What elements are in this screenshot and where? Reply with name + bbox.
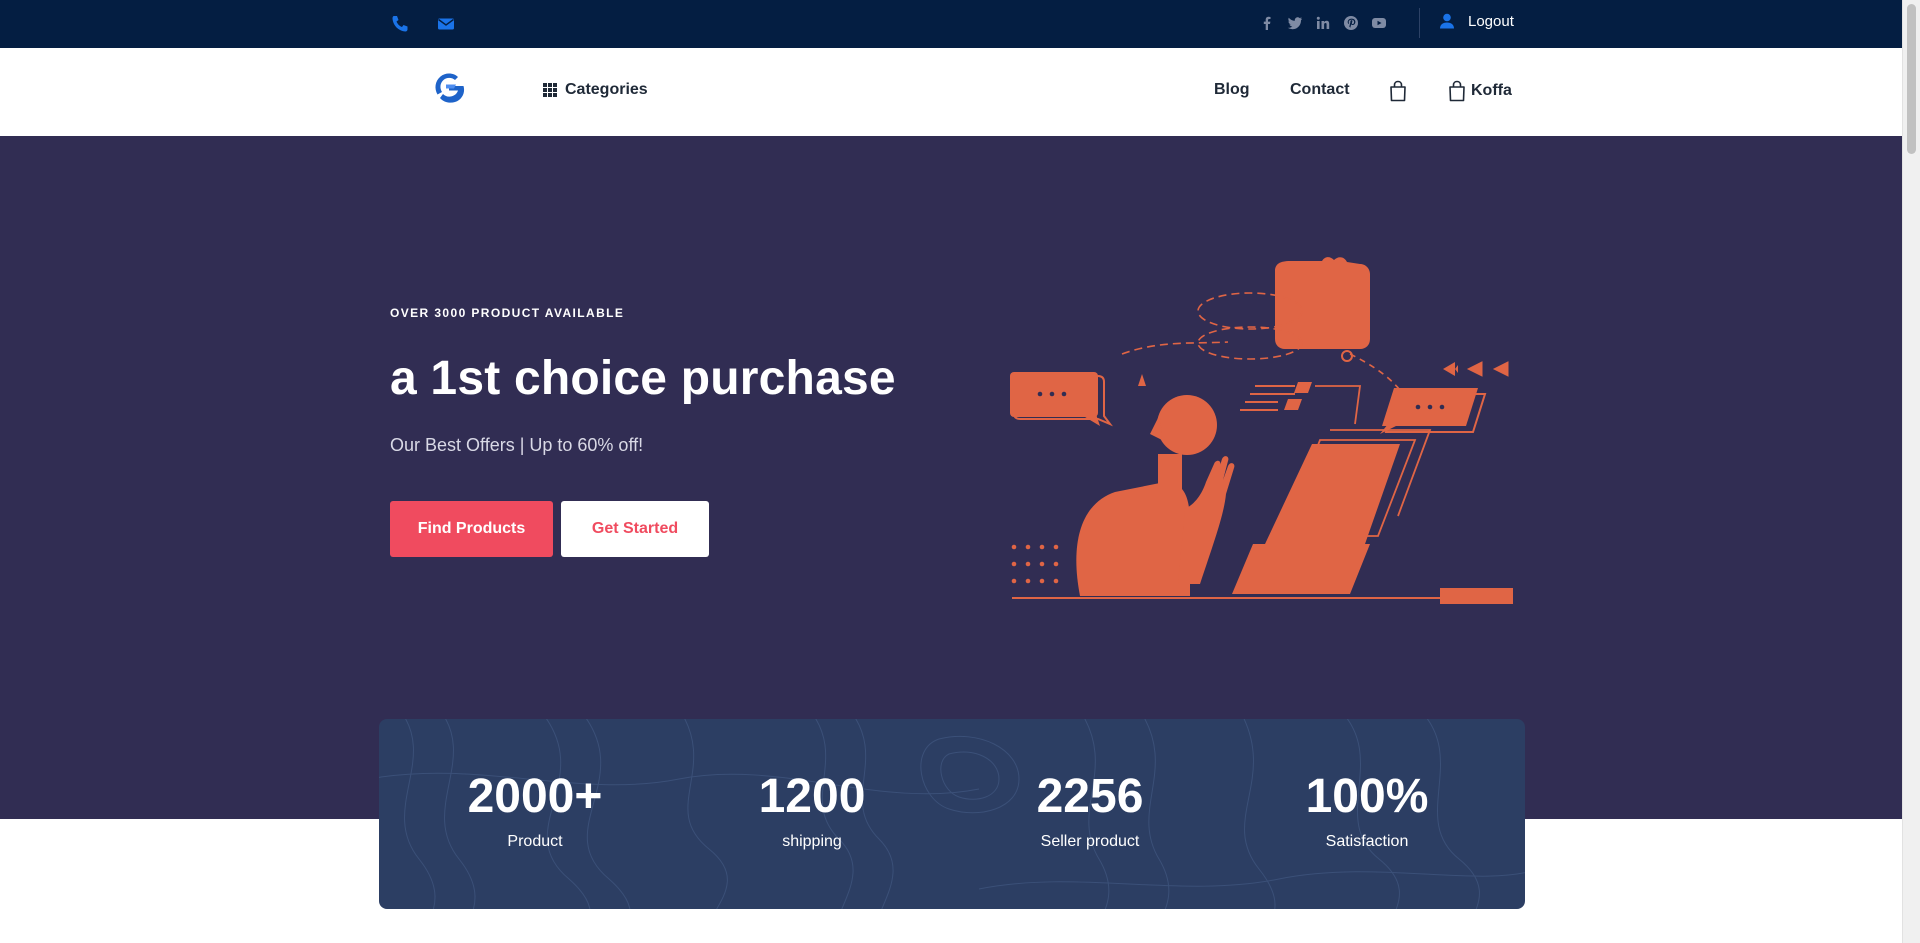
nav-contact-link[interactable]: Contact (1290, 81, 1350, 99)
hero-subtext: Our Best Offers | Up to 60% off! (390, 435, 644, 455)
account-menu[interactable]: Koffa (1447, 80, 1512, 102)
bag-icon (1449, 80, 1465, 102)
facebook-icon[interactable] (1258, 14, 1276, 32)
contact-icons (390, 14, 456, 34)
logout-label: Logout (1468, 12, 1514, 30)
stat-product: 2000+ Product (435, 769, 635, 851)
account-username: Koffa (1471, 82, 1512, 99)
stat-value: 100% (1305, 770, 1429, 823)
page-scrollbar[interactable] (1902, 0, 1920, 943)
page: Logout Categories Blog Contact Koffa OVE… (0, 0, 1920, 943)
envelope-icon[interactable] (436, 14, 456, 34)
stat-value: 2256 (1036, 770, 1144, 823)
stat-value: 2000+ (467, 770, 603, 823)
hero-eyebrow: OVER 3000 PRODUCT AVAILABLE (390, 306, 625, 320)
categories-label: Categories (565, 81, 648, 98)
main-navbar: Categories Blog Contact Koffa (0, 48, 1902, 136)
pinterest-icon[interactable] (1342, 14, 1360, 32)
stats-card: 2000+ Product 1200 shipping 2256 Seller … (379, 719, 1525, 909)
find-products-button[interactable]: Find Products (390, 501, 553, 557)
user-icon (1440, 13, 1454, 29)
youtube-icon[interactable] (1370, 14, 1388, 32)
stat-shipping: 1200 shipping (712, 769, 912, 851)
phone-icon[interactable] (390, 14, 410, 34)
stat-label: Seller product (1040, 833, 1140, 850)
hero-illustration (1010, 257, 1513, 604)
cart-bag-icon[interactable] (1388, 80, 1408, 102)
logo-icon[interactable] (428, 68, 470, 110)
stat-label: Product (507, 833, 563, 850)
get-started-button[interactable]: Get Started (561, 501, 709, 557)
top-bar: Logout (0, 0, 1902, 48)
hero-headline: a 1st choice purchase (390, 352, 896, 405)
linkedin-icon[interactable] (1314, 14, 1332, 32)
stat-label: shipping (782, 833, 842, 850)
grid-icon (543, 83, 557, 97)
stat-label: Satisfaction (1325, 833, 1409, 850)
stat-satisfaction: 100% Satisfaction (1267, 769, 1467, 851)
twitter-icon[interactable] (1286, 14, 1304, 32)
hero-section: OVER 3000 PRODUCT AVAILABLE a 1st choice… (0, 136, 1902, 819)
social-icons (1258, 14, 1388, 32)
topbar-divider (1419, 8, 1420, 38)
stat-value: 1200 (758, 770, 866, 823)
logout-link[interactable]: Logout (1438, 12, 1514, 30)
stat-seller-product: 2256 Seller product (990, 769, 1190, 851)
categories-menu[interactable]: Categories (543, 81, 648, 99)
scrollbar-thumb[interactable] (1907, 4, 1916, 154)
nav-blog-link[interactable]: Blog (1214, 81, 1250, 99)
